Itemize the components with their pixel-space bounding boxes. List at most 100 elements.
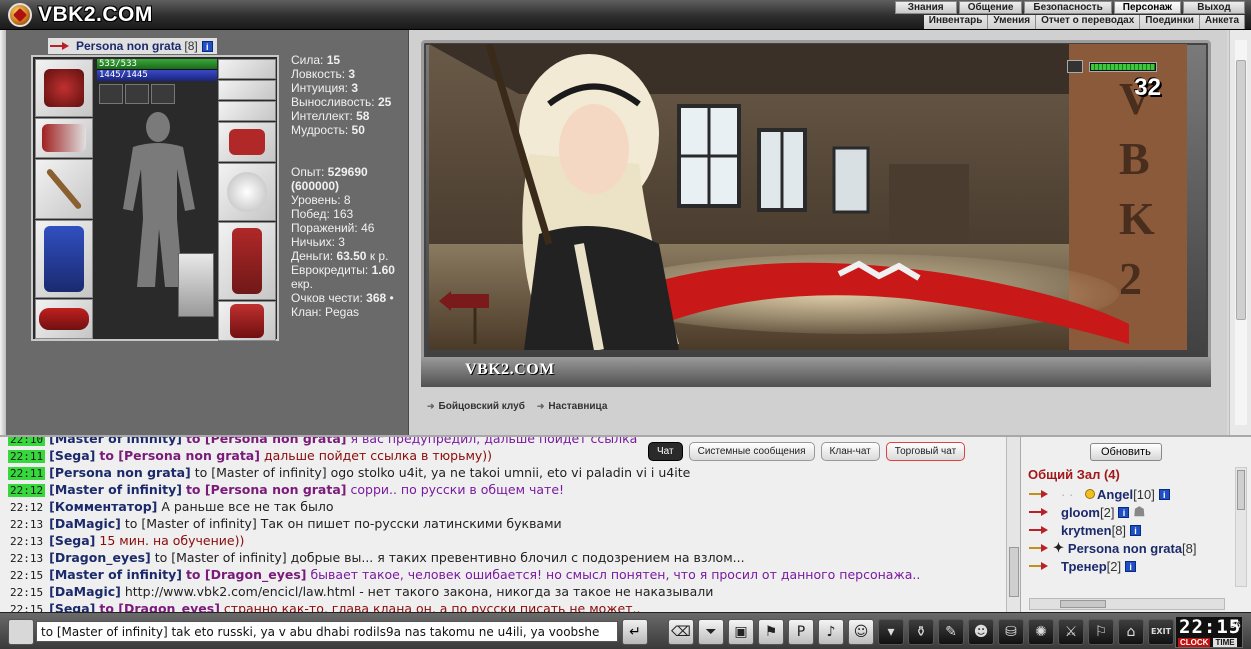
scroll-icon[interactable]: ✎	[938, 619, 964, 645]
tab-clan[interactable]: Клан-чат	[820, 442, 880, 461]
subnav-transfers[interactable]: Отчет о переводах	[1036, 15, 1141, 29]
subnav-profile[interactable]: Анкета	[1199, 15, 1245, 29]
nav-communication[interactable]: Общение	[958, 1, 1023, 14]
message-recipient[interactable]: to [Dragon_eyes]	[186, 567, 307, 582]
boots-slot[interactable]	[218, 301, 276, 341]
message-recipient[interactable]: to [Persona non grata]	[186, 482, 347, 497]
user-name[interactable]: krytmen	[1061, 523, 1112, 538]
nav-security[interactable]: Безопасность	[1024, 1, 1112, 14]
filter-icon[interactable]: ⏷	[698, 619, 724, 645]
logo[interactable]: VBK2.COM	[8, 2, 153, 28]
message-recipient[interactable]: to [Master of infinity]	[155, 550, 287, 565]
user-list-scroll-thumb[interactable]	[1237, 470, 1245, 510]
subnav-skills[interactable]: Умения	[988, 15, 1037, 29]
nav-exit[interactable]: Выход	[1183, 1, 1245, 14]
refresh-button[interactable]: Обновить	[1090, 443, 1162, 461]
nav-character[interactable]: Персонаж	[1113, 1, 1181, 14]
message-author[interactable]: [Master of infinity]	[49, 482, 182, 497]
menu-icon[interactable]: ▾	[878, 619, 904, 645]
message-author[interactable]: [Persona non grata]	[49, 465, 191, 480]
user-item[interactable]: · · Angel [10] i	[1029, 485, 1234, 503]
user-item[interactable]: Тренер [2] i	[1029, 557, 1234, 575]
enter-icon[interactable]: ↵	[622, 619, 648, 645]
user-name[interactable]: Тренер	[1061, 559, 1107, 574]
link-fight-club[interactable]: Бойцовский клуб	[427, 401, 525, 412]
message-time: 22:13	[10, 552, 44, 565]
gloves-slot[interactable]	[218, 122, 276, 162]
run-icon[interactable]: ⚑	[758, 619, 784, 645]
subnav-inventory[interactable]: Инвентарь	[923, 15, 989, 29]
effect-slot[interactable]	[99, 84, 123, 104]
message-author[interactable]: [Dragon_eyes]	[49, 550, 151, 565]
armor-slot[interactable]	[35, 220, 93, 298]
pet-slot[interactable]	[178, 253, 214, 317]
amulet-slot[interactable]	[218, 80, 276, 100]
info-icon[interactable]: i	[1158, 488, 1170, 500]
weapon-slot[interactable]	[35, 159, 93, 219]
message-recipient[interactable]: to [Master of infinity]	[125, 516, 257, 531]
character-name[interactable]: Persona non grata	[76, 39, 181, 53]
effect-slot[interactable]	[125, 84, 149, 104]
tab-system[interactable]: Системные сообщения	[688, 442, 815, 461]
helmet-slot[interactable]	[35, 59, 93, 117]
info-icon[interactable]: i	[201, 40, 213, 52]
chat-scrollbar[interactable]	[1006, 437, 1020, 612]
message-author[interactable]: [Master of infinity]	[49, 437, 182, 446]
message-recipient[interactable]: to [Persona non grata]	[186, 437, 347, 446]
user-name[interactable]: Angel	[1097, 487, 1133, 502]
user-name[interactable]: gloom	[1061, 505, 1100, 520]
mask-icon[interactable]: ☻	[968, 619, 994, 645]
flag-icon[interactable]: ⚐	[1088, 619, 1114, 645]
message-recipient[interactable]: to [Persona non grata]	[99, 448, 260, 463]
bag-icon[interactable]: ⛁	[998, 619, 1024, 645]
chat-input[interactable]	[36, 621, 618, 642]
tab-trade[interactable]: Торговый чат	[885, 442, 966, 461]
save-icon[interactable]: ▣	[728, 619, 754, 645]
message-author[interactable]: [Sega]	[49, 601, 95, 612]
info-icon[interactable]: i	[1125, 560, 1137, 572]
user-item[interactable]: krytmen [8] i	[1029, 521, 1234, 539]
effect-slot[interactable]	[151, 84, 175, 104]
user-list-hscrollbar[interactable]	[1029, 598, 1225, 610]
page-scrollbar[interactable]	[1229, 30, 1251, 435]
bracers-slot[interactable]	[35, 118, 93, 158]
eraser-icon[interactable]: ⌫	[668, 619, 694, 645]
belt-slot[interactable]	[35, 299, 93, 339]
message-author[interactable]: [Sega]	[49, 533, 95, 548]
settings-icon[interactable]: ✺	[1028, 619, 1054, 645]
info-icon[interactable]: i	[1118, 506, 1130, 518]
earring-slot[interactable]	[218, 59, 276, 79]
chat-scroll-thumb[interactable]	[1009, 547, 1019, 597]
user-name[interactable]: Persona non grata	[1068, 541, 1182, 556]
message-recipient[interactable]: to [Master of infinity]	[195, 465, 327, 480]
info-icon[interactable]: i	[1130, 524, 1142, 536]
user-item[interactable]: ✦ Persona non grata [8]	[1029, 539, 1234, 557]
exit-icon[interactable]: EXIT	[1148, 619, 1174, 645]
message-recipient[interactable]: to [Dragon_eyes]	[99, 601, 220, 612]
user-item[interactable]: gloom [2] i ☗	[1029, 503, 1234, 521]
shield-slot[interactable]	[218, 163, 276, 221]
message-author[interactable]: [DaMagic]	[49, 516, 121, 531]
tab-chat[interactable]: Чат	[648, 442, 683, 461]
ring-slot[interactable]	[218, 101, 276, 121]
subnav-fights[interactable]: Поединки	[1140, 15, 1200, 29]
private-icon[interactable]: P	[788, 619, 814, 645]
link-mentor[interactable]: Наставница	[537, 401, 607, 412]
location-image[interactable]: V B K 2 32	[429, 44, 1187, 350]
page-scroll-thumb[interactable]	[1236, 60, 1246, 320]
message-author[interactable]: [Master of infinity]	[49, 567, 182, 582]
head-icon[interactable]	[8, 619, 34, 645]
sword-icon[interactable]: ⚔	[1058, 619, 1084, 645]
message-author[interactable]: [Комментатор]	[49, 499, 157, 514]
lock-icon[interactable]: ⌂	[1118, 619, 1144, 645]
music-icon[interactable]: ♪	[818, 619, 844, 645]
nav-knowledge[interactable]: Знания	[894, 1, 957, 14]
scene-toggle-icon[interactable]	[1067, 60, 1083, 73]
message-author[interactable]: [DaMagic]	[49, 584, 121, 599]
potion-icon[interactable]: ⚱	[908, 619, 934, 645]
legs-slot[interactable]	[218, 222, 276, 300]
user-list-scrollbar[interactable]	[1235, 467, 1247, 587]
user-list-hscroll-thumb[interactable]	[1060, 600, 1106, 608]
smiley-icon[interactable]: ☺	[848, 619, 874, 645]
message-author[interactable]: [Sega]	[49, 448, 95, 463]
